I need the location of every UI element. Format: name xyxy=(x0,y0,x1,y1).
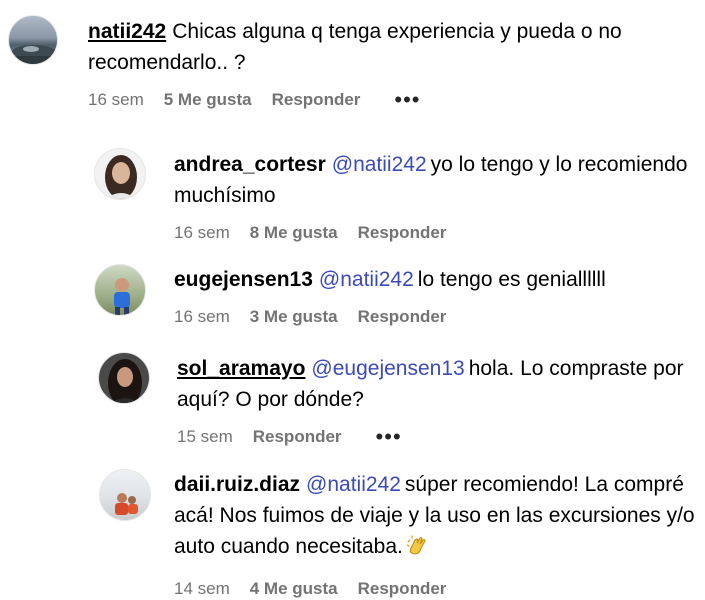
username-link[interactable]: daii.ruiz.diaz xyxy=(174,473,300,496)
username-link[interactable]: andrea_cortesr xyxy=(174,153,326,176)
comment-text: natii242 Chicas alguna q tenga experienci… xyxy=(88,16,699,78)
comment-meta: 16 sem 5 Me gusta Responder ••• xyxy=(88,89,699,111)
likes-count[interactable]: 3 Me gusta xyxy=(250,307,338,327)
timestamp[interactable]: 16 sem xyxy=(174,223,230,243)
avatar-eugejensen13[interactable] xyxy=(94,264,146,316)
comment-message: lo tengo es geniallllll xyxy=(417,268,606,291)
reply-button[interactable]: Responder xyxy=(253,427,342,447)
more-options-icon[interactable]: ••• xyxy=(376,426,402,448)
avatar-image xyxy=(114,278,130,315)
comment-text: eugejensen13 @natii242 lo tengo es geniall… xyxy=(174,264,699,295)
timestamp[interactable]: 15 sem xyxy=(177,427,233,447)
likes-count[interactable]: 8 Me gusta xyxy=(250,223,338,243)
avatar-image xyxy=(105,155,137,199)
comment-meta: 14 sem 4 Me gusta Responder xyxy=(174,579,699,599)
comment-text: sol_aramayo @eugejensen13 hola. Lo compras… xyxy=(177,353,699,415)
comment-meta: 16 sem 3 Me gusta Responder xyxy=(174,307,699,327)
clapping-hands-icon xyxy=(405,534,429,567)
reply-button[interactable]: Responder xyxy=(358,223,447,243)
reply-button[interactable]: Responder xyxy=(358,307,447,327)
avatar-sol_aramayo[interactable] xyxy=(98,352,150,404)
likes-count[interactable]: 5 Me gusta xyxy=(164,90,252,110)
reply-button[interactable]: Responder xyxy=(358,579,447,599)
avatar-image xyxy=(115,493,138,515)
reply-button[interactable]: Responder xyxy=(272,90,361,110)
avatar-image xyxy=(108,359,142,403)
comment-text: andrea_cortesr @natii242 yo lo tengo y lo … xyxy=(174,149,699,211)
more-options-icon[interactable]: ••• xyxy=(394,89,420,111)
avatar-andrea_cortesr[interactable] xyxy=(94,148,146,200)
avatar-natii242[interactable] xyxy=(8,15,58,65)
timestamp[interactable]: 16 sem xyxy=(174,307,230,327)
comment-message: Chicas alguna q tenga experiencia y pued… xyxy=(88,20,622,74)
timestamp[interactable]: 14 sem xyxy=(174,579,230,599)
mention-link[interactable]: @eugejensen13 xyxy=(311,357,464,380)
mention-link[interactable]: @natii242 xyxy=(306,473,401,496)
comment-meta: 15 sem Responder ••• xyxy=(177,426,699,448)
comment-meta: 16 sem 8 Me gusta Responder xyxy=(174,223,699,243)
timestamp[interactable]: 16 sem xyxy=(88,90,144,110)
comment-text: daii.ruiz.diaz @natii242 súper recomiendo!… xyxy=(174,469,699,567)
avatar-daii.ruiz.diaz[interactable] xyxy=(99,469,151,521)
username-link[interactable]: eugejensen13 xyxy=(174,268,313,291)
avatar-image xyxy=(9,45,57,64)
username-link[interactable]: natii242 xyxy=(88,20,166,43)
mention-link[interactable]: @natii242 xyxy=(332,153,427,176)
likes-count[interactable]: 4 Me gusta xyxy=(250,579,338,599)
mention-link[interactable]: @natii242 xyxy=(319,268,414,291)
username-link[interactable]: sol_aramayo xyxy=(177,357,305,380)
